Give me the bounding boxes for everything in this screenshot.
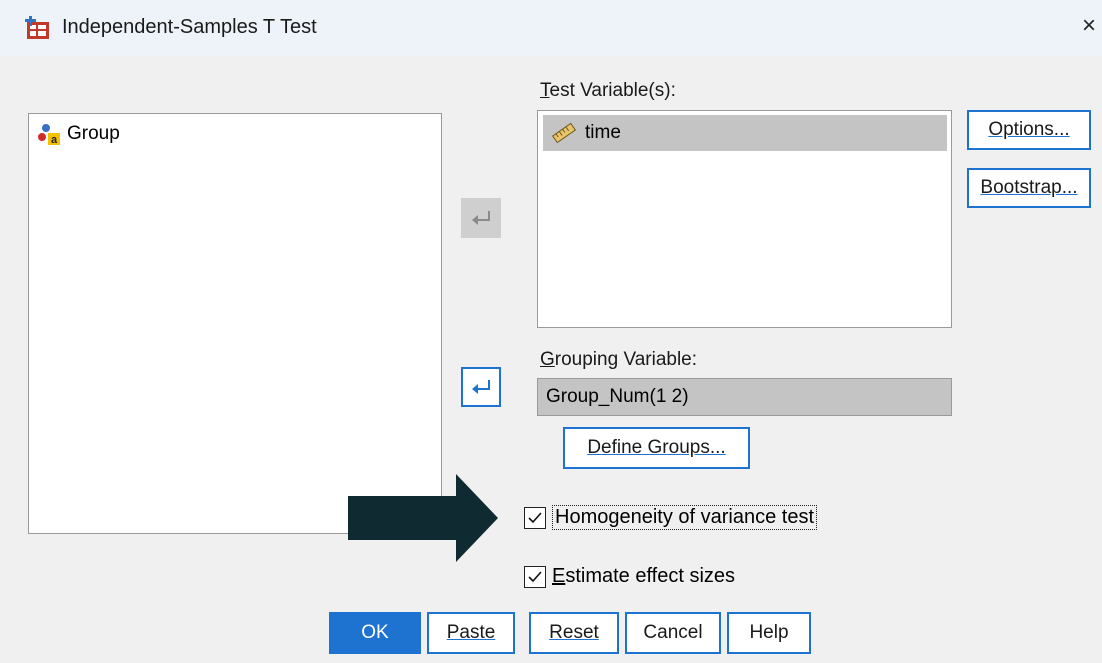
- grouping-variable-label: Grouping Variable:: [540, 349, 698, 370]
- svg-text:a: a: [51, 134, 58, 146]
- paste-button[interactable]: Paste: [427, 612, 515, 654]
- effect-sizes-checkbox-row[interactable]: Estimate effect sizes: [524, 565, 735, 588]
- effect-sizes-checkbox[interactable]: [524, 565, 546, 588]
- homogeneity-checkbox-row[interactable]: Homogeneity of variance test: [524, 505, 818, 530]
- ok-button[interactable]: OK: [329, 612, 421, 654]
- homogeneity-label: Homogeneity of variance test: [552, 505, 818, 530]
- effect-sizes-label: Estimate effect sizes: [552, 565, 736, 587]
- test-variables-list[interactable]: time: [537, 110, 952, 328]
- arrow-left-icon: [472, 380, 490, 394]
- arrow-left-icon: [472, 211, 490, 225]
- scale-ruler-icon: [551, 122, 577, 144]
- t-test-dialog: Independent-Samples T Test × a Group Tes…: [0, 0, 1102, 663]
- spss-app-icon: [25, 16, 49, 39]
- nominal-string-variable-icon: a: [38, 124, 60, 146]
- list-item[interactable]: time: [543, 115, 947, 151]
- move-to-test-button[interactable]: [461, 198, 501, 238]
- test-variables-label: Test Variable(s):: [540, 80, 676, 101]
- annotation-arrow-icon: [348, 474, 498, 562]
- grouping-variable-field[interactable]: Group_Num(1 2): [537, 378, 952, 416]
- close-button[interactable]: ×: [1082, 12, 1096, 40]
- bootstrap-button[interactable]: Bootstrap...: [967, 168, 1091, 208]
- title-bar: Independent-Samples T Test ×: [0, 0, 1102, 56]
- checkmark-icon: [528, 570, 542, 582]
- window-title: Independent-Samples T Test: [62, 16, 317, 38]
- cancel-button[interactable]: Cancel: [625, 612, 721, 654]
- reset-button[interactable]: Reset: [529, 612, 619, 654]
- variable-label: time: [585, 122, 621, 143]
- help-button[interactable]: Help: [727, 612, 811, 654]
- variable-label: Group: [67, 123, 120, 144]
- options-button[interactable]: Options...: [967, 110, 1091, 150]
- homogeneity-checkbox[interactable]: [524, 506, 546, 529]
- move-to-grouping-button[interactable]: [461, 367, 501, 407]
- list-item[interactable]: a Group: [37, 122, 120, 146]
- source-variable-list[interactable]: a Group: [28, 113, 442, 534]
- define-groups-button[interactable]: Define Groups...: [563, 427, 750, 469]
- checkmark-icon: [528, 511, 542, 523]
